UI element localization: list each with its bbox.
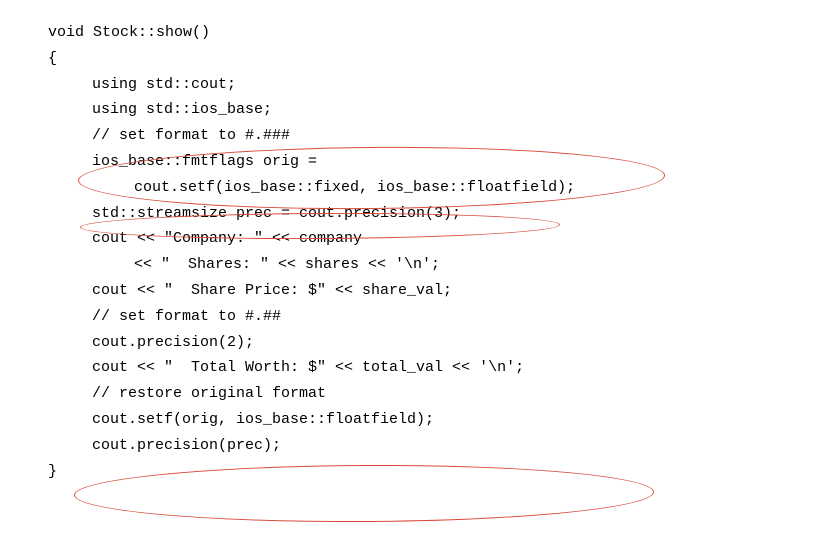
code-line-14: cout << " Total Worth: $" << total_val <… <box>48 355 824 381</box>
code-line-19: } <box>48 459 824 485</box>
code-line-13: cout.precision(2); <box>48 330 824 356</box>
code-line-7: std::streamsize prec = cout.precision(3)… <box>48 201 824 227</box>
code-line-3: using std::ios_base; <box>48 97 824 123</box>
code-line-9: cout << "Company: " << company <box>48 226 824 252</box>
code-line-2: using std::cout; <box>48 72 824 98</box>
code-line-1: { <box>48 46 824 72</box>
code-line-6: cout.setf(ios_base::fixed, ios_base::flo… <box>48 175 824 201</box>
code-line-16: // restore original format <box>48 381 824 407</box>
code-line-11: cout << " Share Price: $" << share_val; <box>48 278 824 304</box>
code-line-18: cout.precision(prec); <box>48 433 824 459</box>
code-block: void Stock::show() { using std::cout; us… <box>0 0 824 484</box>
code-line-0: void Stock::show() <box>48 20 824 46</box>
code-line-12: // set format to #.## <box>48 304 824 330</box>
code-line-5: ios_base::fmtflags orig = <box>48 149 824 175</box>
code-line-10: << " Shares: " << shares << '\n'; <box>48 252 824 278</box>
code-line-4: // set format to #.### <box>48 123 824 149</box>
code-line-17: cout.setf(orig, ios_base::floatfield); <box>48 407 824 433</box>
